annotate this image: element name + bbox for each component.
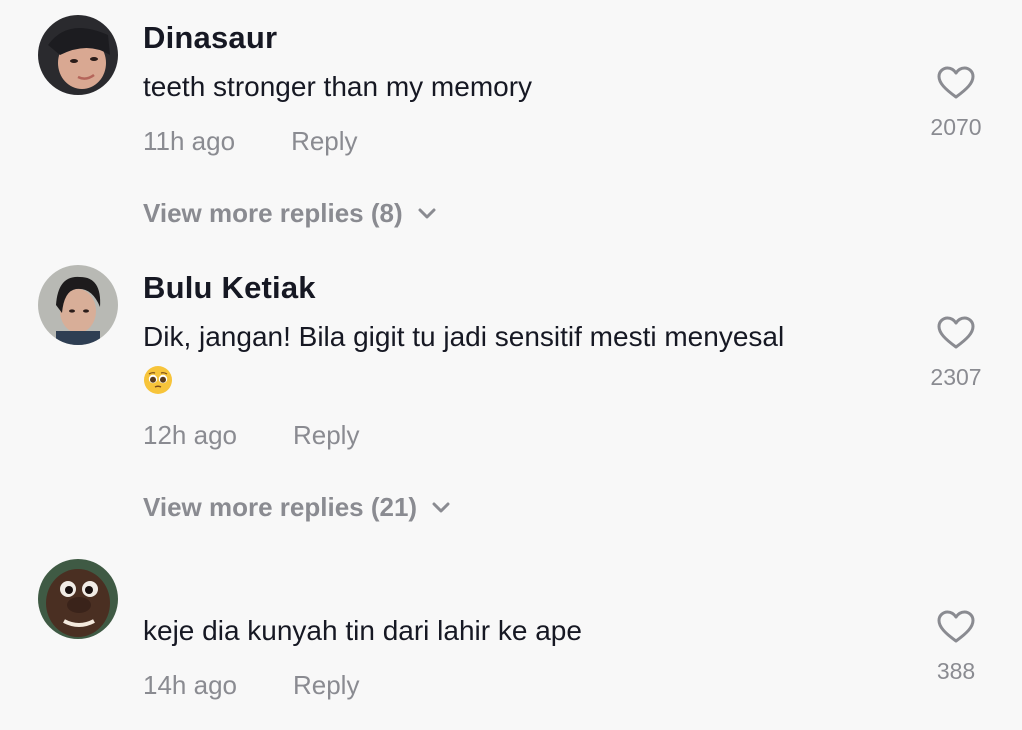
like-count: 2070 xyxy=(930,114,982,140)
avatar-girl-photo-icon xyxy=(38,15,118,95)
chevron-down-icon xyxy=(432,502,450,512)
comment-text: Dik, jangan! Bila gigit tu jadi sensitif… xyxy=(143,315,883,401)
reply-button[interactable]: Reply xyxy=(293,670,359,700)
reply-button[interactable]: Reply xyxy=(293,420,359,450)
view-more-replies-label: View more replies (21) xyxy=(143,492,418,522)
like-control: 388 xyxy=(916,610,996,685)
avatar[interactable] xyxy=(38,265,118,345)
avatar-boy-photo-icon xyxy=(38,265,118,345)
heart-icon[interactable] xyxy=(937,66,975,100)
comment-meta: 14h ago Reply xyxy=(143,670,359,701)
comment-meta: 12h ago Reply xyxy=(143,420,359,451)
comment-text: teeth stronger than my memory xyxy=(143,71,533,102)
comment-time: 11h ago xyxy=(143,126,236,156)
view-more-replies-button[interactable]: View more replies (21) xyxy=(143,492,451,523)
avatar[interactable] xyxy=(38,15,118,95)
avatar-face-photo-icon xyxy=(38,559,118,639)
comment-username[interactable]: Dinasaur xyxy=(143,20,277,56)
like-count: 2307 xyxy=(930,364,982,390)
comment-time: 14h ago xyxy=(143,670,237,700)
pleading-face-emoji-icon xyxy=(144,366,172,394)
view-more-replies-button[interactable]: View more replies (8) xyxy=(143,198,437,229)
avatar[interactable] xyxy=(38,559,118,639)
reply-button[interactable]: Reply xyxy=(291,126,357,156)
chevron-down-icon xyxy=(418,208,436,218)
comment-time: 12h ago xyxy=(143,420,237,450)
comment-meta: 11h ago Reply xyxy=(143,126,358,157)
comment-username[interactable]: Bulu Ketiak xyxy=(143,270,316,306)
like-count: 388 xyxy=(936,658,976,684)
view-more-replies-label: View more replies (8) xyxy=(143,198,403,228)
heart-icon[interactable] xyxy=(937,610,975,644)
comment-text: keje dia kunyah tin dari lahir ke ape xyxy=(143,615,582,646)
like-control: 2070 xyxy=(916,66,996,141)
heart-icon[interactable] xyxy=(937,316,975,350)
comment-text-content: Dik, jangan! Bila gigit tu jadi sensitif… xyxy=(143,321,785,352)
like-control: 2307 xyxy=(916,316,996,391)
